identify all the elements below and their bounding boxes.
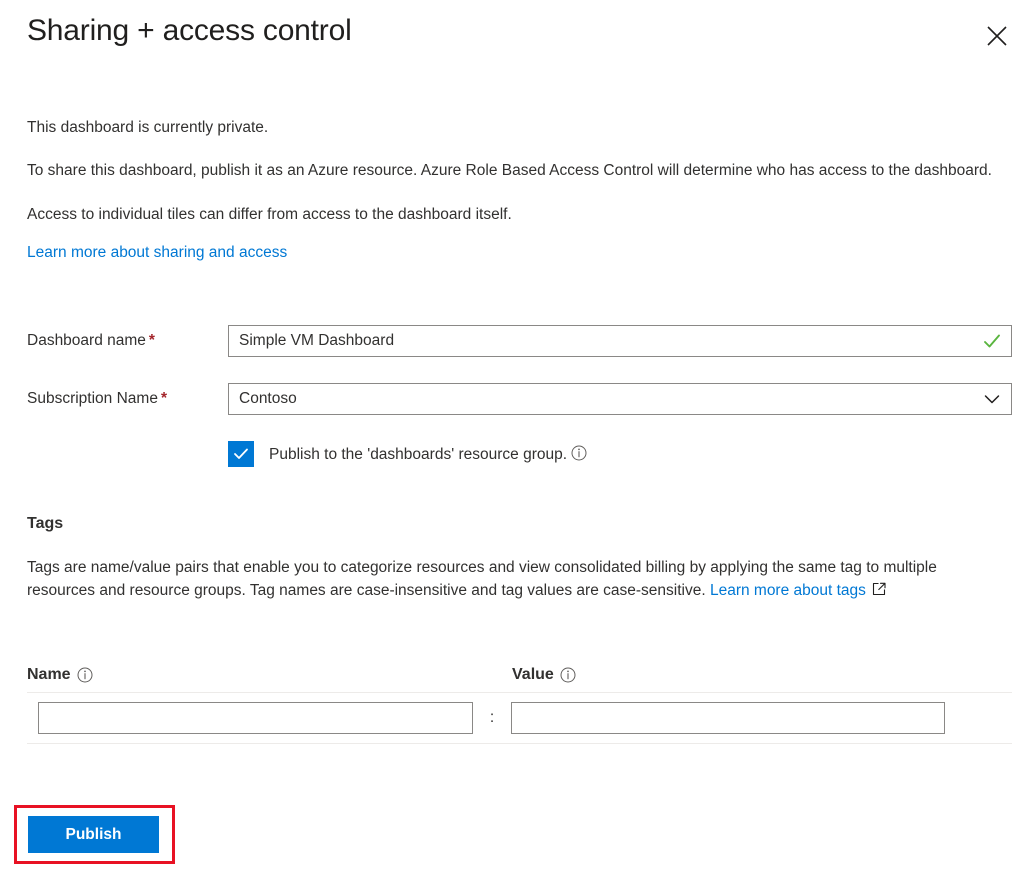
subscription-name-select[interactable]: Contoso xyxy=(228,383,1012,415)
intro-line-1: This dashboard is currently private. xyxy=(27,116,1002,139)
intro-text-block: This dashboard is currently private. To … xyxy=(27,116,1002,262)
tags-heading: Tags xyxy=(27,515,63,533)
subscription-name-label-text: Subscription Name xyxy=(27,390,158,407)
info-icon[interactable] xyxy=(77,667,93,683)
publish-button[interactable]: Publish xyxy=(28,816,159,853)
tags-divider-bottom xyxy=(27,743,1012,744)
publish-resource-group-checkbox[interactable] xyxy=(228,441,254,467)
page-title: Sharing + access control xyxy=(27,14,352,48)
publish-resource-group-row: Publish to the 'dashboards' resource gro… xyxy=(228,441,587,467)
dashboard-name-input[interactable]: Simple VM Dashboard xyxy=(228,325,1012,357)
learn-more-tags-link[interactable]: Learn more about tags xyxy=(710,582,866,599)
tag-value-input[interactable] xyxy=(511,702,945,734)
tags-description: Tags are name/value pairs that enable yo… xyxy=(27,556,999,603)
info-icon[interactable] xyxy=(560,667,576,683)
info-icon[interactable] xyxy=(571,445,587,461)
close-button[interactable] xyxy=(982,21,1012,51)
checkmark-icon xyxy=(982,326,1002,356)
tag-name-input[interactable] xyxy=(38,702,473,734)
dashboard-name-label-text: Dashboard name xyxy=(27,332,146,349)
tags-column-name: Name xyxy=(27,666,512,684)
tags-column-value-text: Value xyxy=(512,666,554,684)
tags-column-name-label: Name xyxy=(27,666,93,684)
learn-more-sharing-link[interactable]: Learn more about sharing and access xyxy=(27,244,287,261)
subscription-name-row: Subscription Name* Contoso xyxy=(27,383,1012,415)
tags-column-value: Value xyxy=(512,666,1012,684)
tags-column-value-label: Value xyxy=(512,666,576,684)
dashboard-name-label: Dashboard name* xyxy=(27,332,228,350)
intro-line-2: To share this dashboard, publish it as a… xyxy=(27,159,1002,182)
subscription-name-value: Contoso xyxy=(229,390,297,408)
dashboard-name-value: Simple VM Dashboard xyxy=(229,332,394,350)
table-row: : xyxy=(27,693,1012,743)
publish-resource-group-label: Publish to the 'dashboards' resource gro… xyxy=(269,445,587,464)
close-icon xyxy=(986,25,1008,47)
tags-table: Name Value xyxy=(27,658,1012,744)
required-asterisk: * xyxy=(161,390,167,407)
intro-line-3: Access to individual tiles can differ fr… xyxy=(27,203,1002,226)
dashboard-name-row: Dashboard name* Simple VM Dashboard xyxy=(27,325,1012,357)
tag-separator: : xyxy=(473,709,511,727)
external-link-icon[interactable] xyxy=(871,581,887,597)
required-asterisk: * xyxy=(149,332,155,349)
chevron-down-icon[interactable] xyxy=(982,384,1002,414)
tags-column-name-text: Name xyxy=(27,666,71,684)
subscription-name-label: Subscription Name* xyxy=(27,390,228,408)
tags-table-header: Name Value xyxy=(27,658,1012,692)
publish-resource-group-label-text: Publish to the 'dashboards' resource gro… xyxy=(269,446,567,463)
